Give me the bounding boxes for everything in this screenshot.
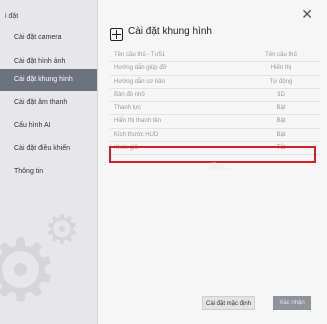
page-title: Cài đặt khung hình [128,26,212,37]
setting-label: Hiển thị thanh tên [114,118,162,125]
watermark: lkn... [210,162,233,173]
close-icon[interactable]: ✕ [301,8,313,22]
sidebar-item-label: Cài đặt khung hình [14,76,73,83]
setting-value[interactable]: 3D [252,92,310,98]
sidebar-item-label: Cài đặt điều khiển [14,145,71,152]
sidebar-item-controls[interactable]: Cài đặt điều khiển [0,137,97,161]
setting-label: Hướng dẫn giúp đỡ [114,65,167,72]
sidebar-header: i đặt [5,13,19,20]
setting-row-hud-size[interactable]: Kích thước HUD Bật [110,129,320,143]
setting-value[interactable]: Bật [252,105,310,111]
sidebar-item-sound[interactable]: Cài đặt âm thanh [0,91,97,115]
sidebar-item-label: Cài đặt camera [14,34,62,41]
default-settings-button[interactable]: Cài đặt mặc định [202,296,255,310]
setting-value[interactable]: Hiển thị [252,65,310,71]
setting-label: Thanh lực [114,105,142,112]
setting-value[interactable]: Tự động [252,79,310,85]
setting-row-power-bar[interactable]: Thanh lực Bật [110,102,320,116]
setting-row-name-bar[interactable]: Hiển thị thanh tên Bật [110,115,320,129]
sidebar-item-camera[interactable]: Cài đặt camera [0,26,97,50]
setting-value[interactable]: Bật [252,118,310,124]
sidebar-item-label: Thông tin [14,168,44,175]
setting-label: Tên cầu thủ - Tư51 [114,52,166,58]
settings-sidebar: i đặt Cài đặt camera Cài đặt hình ảnh Cà… [0,0,98,324]
setting-value[interactable]: Tên cầu thủ [252,52,310,58]
settings-window: i đặt Cài đặt camera Cài đặt hình ảnh Cà… [0,0,327,324]
gear-icon: ⚙ [44,207,80,253]
setting-row-minimap[interactable]: Bản đồ nhỏ 3D [110,89,320,103]
setting-label: Hướng dẫn cơ bản [114,78,165,85]
sidebar-item-label: Cài đặt âm thanh [14,99,68,106]
frame-settings-panel: Cài đặt khung hình ✕ Tên cầu thủ - Tư51 … [98,0,327,324]
highlight-annotation [109,146,316,163]
setting-row-basic-guide[interactable]: Hướng dẫn cơ bản Tự động [110,76,320,89]
sidebar-item-label: Cấu hình AI [14,122,51,129]
setting-row-player-name[interactable]: Tên cầu thủ - Tư51 Tên cầu thủ [110,49,320,63]
sidebar-item-label: Cài đặt hình ảnh [14,58,66,65]
setting-row-help-guide[interactable]: Hướng dẫn giúp đỡ Hiển thị [110,62,320,76]
sidebar-item-frame[interactable]: Cài đặt khung hình [0,69,97,91]
settings-list: Tên cầu thủ - Tư51 Tên cầu thủ Hướng dẫn… [110,49,320,156]
settings-frame-icon [110,28,123,41]
sidebar-item-ai[interactable]: Cấu hình AI [0,114,97,138]
confirm-button[interactable]: Xác nhận [273,296,311,310]
setting-label: Bản đồ nhỏ [114,91,145,98]
sidebar-item-info[interactable]: Thông tin [0,160,97,184]
setting-value[interactable]: Bật [252,132,310,138]
setting-label: Kích thước HUD [114,131,159,138]
